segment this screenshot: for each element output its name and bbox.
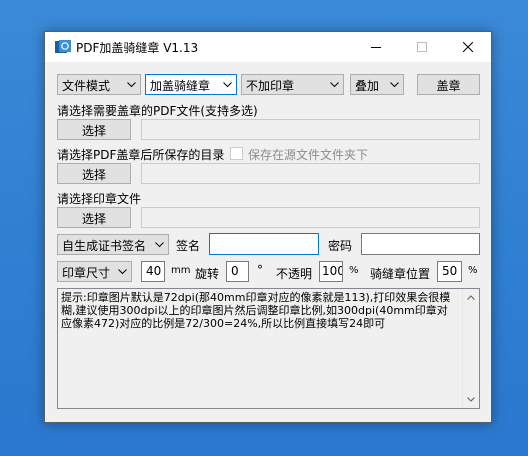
- stamp-option-value: 不加印章: [246, 79, 295, 93]
- overlay-select[interactable]: 叠加: [350, 74, 404, 95]
- rotate-unit-label: °: [257, 263, 263, 277]
- position-unit-label: %: [468, 265, 478, 276]
- chevron-down-icon: [330, 82, 339, 88]
- stamp-file-label: 请选择印章文件: [57, 192, 142, 206]
- rotate-input[interactable]: 0: [226, 261, 249, 282]
- file-mode-value: 文件模式: [62, 79, 111, 93]
- cert-select[interactable]: 自生成证书签名: [57, 234, 169, 255]
- position-label: 骑缝章位置: [370, 267, 431, 281]
- seal-mode-select[interactable]: 加盖骑缝章: [145, 74, 237, 95]
- sign-label: 签名: [176, 239, 201, 253]
- stamp-path-field[interactable]: [141, 207, 480, 228]
- close-button[interactable]: [445, 32, 491, 62]
- stamp-size-input[interactable]: 40: [141, 261, 165, 282]
- overlay-value: 叠加: [355, 79, 380, 93]
- opacity-unit-label: %: [349, 265, 359, 276]
- stamp-size-select-value: 印章尺寸: [62, 266, 111, 280]
- stamp-size-select[interactable]: 印章尺寸: [57, 261, 132, 282]
- chevron-down-icon: [155, 242, 164, 248]
- select-stamp-button[interactable]: 选择: [57, 207, 131, 228]
- select-pdf-button[interactable]: 选择: [57, 119, 131, 140]
- position-input[interactable]: 50: [437, 261, 462, 282]
- scroll-down-icon[interactable]: [467, 397, 475, 402]
- file-mode-select[interactable]: 文件模式: [57, 74, 141, 95]
- save-in-source-checkbox[interactable]: [230, 147, 243, 160]
- scroll-up-icon[interactable]: [467, 295, 475, 300]
- password-label: 密码: [328, 239, 353, 253]
- minimize-icon: [371, 47, 381, 48]
- window-title: PDF加盖骑缝章 V1.13: [76, 41, 199, 55]
- app-window: PDF加盖骑缝章 V1.13 文件模式 加盖骑缝章 不加印章 叠加 盖章 请选择…: [44, 31, 492, 423]
- minimize-button[interactable]: [353, 32, 399, 62]
- maximize-icon: [417, 42, 427, 52]
- close-icon: [463, 42, 473, 52]
- rotate-label: 旋转: [195, 267, 220, 281]
- opacity-input[interactable]: 100: [319, 261, 343, 282]
- output-dir-label: 请选择PDF盖章后所保存的目录: [57, 148, 225, 162]
- chevron-down-icon: [223, 82, 232, 88]
- pdf-files-label: 请选择需要盖章的PDF文件(支持多选): [57, 104, 258, 118]
- stamp-button[interactable]: 盖章: [417, 74, 480, 95]
- seal-mode-value: 加盖骑缝章: [150, 79, 211, 93]
- save-in-source-label: 保存在源文件文件夹下: [248, 148, 369, 162]
- memo-scrollbar[interactable]: [462, 289, 479, 408]
- size-unit-label: mm: [171, 265, 191, 276]
- sign-input[interactable]: [209, 233, 319, 255]
- select-dir-button[interactable]: 选择: [57, 163, 131, 184]
- maximize-button[interactable]: [399, 32, 445, 62]
- pdf-path-field[interactable]: [141, 119, 480, 140]
- pdf-app-icon: [55, 40, 71, 53]
- output-dir-field[interactable]: [141, 163, 480, 184]
- chevron-down-icon: [390, 82, 399, 88]
- hint-text: 提示:印章图片默认是72dpi(那40mm印章对应的像素就是113),打印效果会…: [61, 291, 451, 330]
- cert-select-value: 自生成证书签名: [62, 239, 147, 253]
- chevron-down-icon: [127, 82, 136, 88]
- title-bar: PDF加盖骑缝章 V1.13: [45, 32, 491, 62]
- stamp-option-select[interactable]: 不加印章: [241, 74, 344, 95]
- password-input[interactable]: [361, 233, 480, 255]
- opacity-label: 不透明: [276, 267, 313, 281]
- hint-memo[interactable]: 提示:印章图片默认是72dpi(那40mm印章对应的像素就是113),打印效果会…: [57, 288, 480, 409]
- chevron-down-icon: [118, 269, 127, 275]
